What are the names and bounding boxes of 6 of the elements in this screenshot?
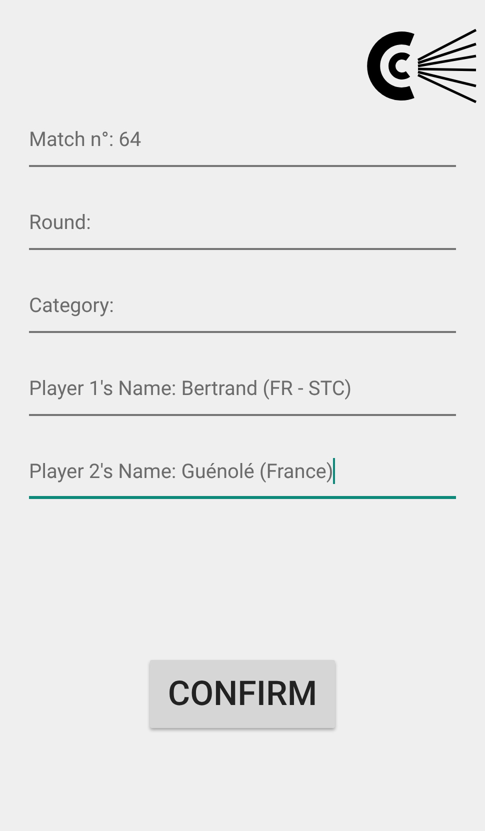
- input-field[interactable]: Player 1's Name: Bertrand (FR - STC): [29, 362, 456, 416]
- input-field[interactable]: Category:: [29, 279, 456, 333]
- input-field[interactable]: Match n°: 64: [29, 113, 456, 167]
- input-field[interactable]: Round:: [29, 196, 456, 250]
- input-field[interactable]: Player 2's Name: Guénolé (France): [29, 445, 456, 499]
- confirm-button[interactable]: CONFIRM: [150, 660, 335, 728]
